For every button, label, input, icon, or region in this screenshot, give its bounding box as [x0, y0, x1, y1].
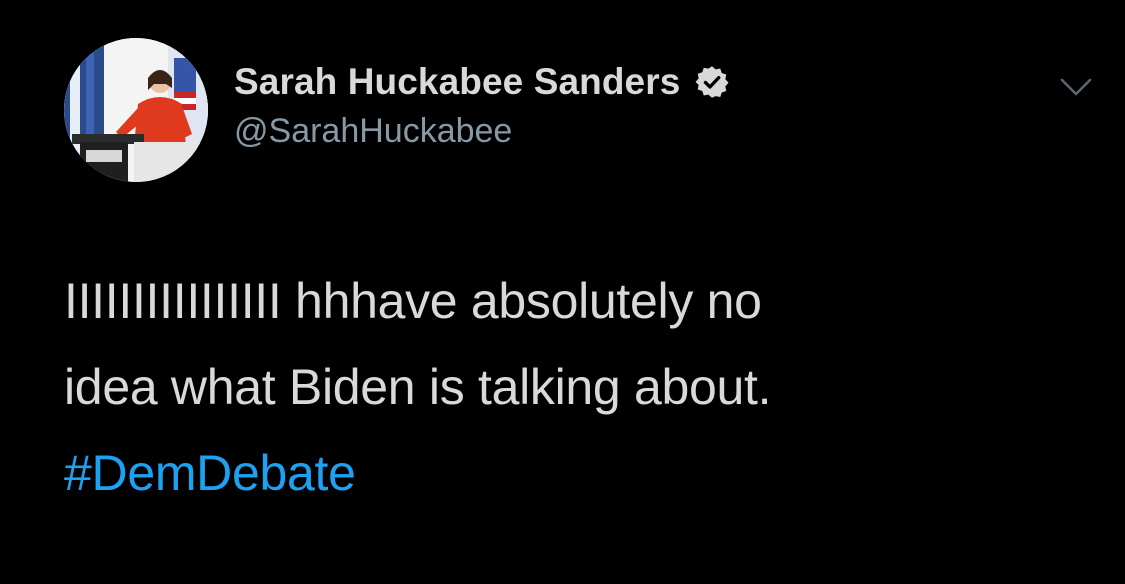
hashtag-link[interactable]: #DemDebate [64, 430, 1084, 516]
tweet-text: IIIIIIIIIIIIIIII hhhave absolutely no id… [64, 258, 1084, 516]
tweet-text-line-2: idea what Biden is talking about. [64, 359, 772, 415]
author-handle[interactable]: @SarahHuckabee [234, 112, 512, 151]
chevron-down-icon[interactable] [1056, 72, 1096, 102]
author-row: Sarah Huckabee Sanders [234, 58, 730, 106]
avatar-photo-icon [64, 38, 208, 182]
avatar[interactable] [64, 38, 208, 182]
verified-badge-icon [694, 64, 730, 100]
tweet-card: Sarah Huckabee Sanders @SarahHuckabee II… [0, 0, 1125, 584]
tweet-text-line-1: IIIIIIIIIIIIIIII hhhave absolutely no [64, 273, 762, 329]
author-display-name[interactable]: Sarah Huckabee Sanders [234, 61, 680, 103]
